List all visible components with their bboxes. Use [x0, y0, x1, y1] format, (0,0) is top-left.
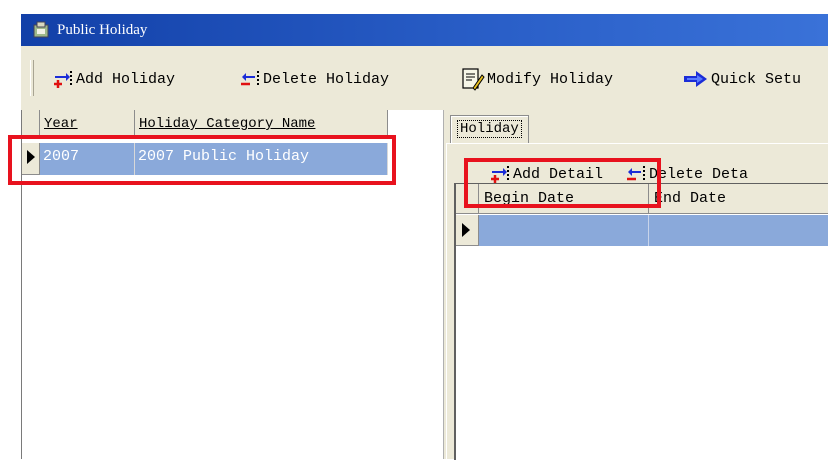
add-icon [54, 71, 72, 88]
modify-icon [462, 68, 485, 91]
detail-grid: Begin Date End Date [454, 183, 828, 460]
row-pointer-icon [462, 223, 470, 237]
add-holiday-label: Add Holiday [76, 70, 176, 88]
column-header-end-date[interactable]: End Date [649, 184, 828, 214]
row-indicator[interactable] [456, 215, 479, 246]
toolbar-grip[interactable] [30, 60, 34, 96]
main-toolbar: Add Holiday Delete Holiday Modify Holida… [21, 46, 828, 111]
app-icon [33, 21, 49, 38]
cell-begin-date[interactable] [479, 215, 649, 246]
highlight-box-add-detail [464, 158, 661, 208]
modify-holiday-button[interactable]: Modify Holiday [459, 66, 613, 92]
add-holiday-button[interactable]: Add Holiday [52, 66, 175, 92]
window-title: Public Holiday [57, 21, 148, 38]
tab-holiday[interactable]: Holiday [450, 115, 529, 144]
delete-detail-label: Delete Deta [649, 165, 749, 183]
cell-end-date[interactable] [649, 215, 828, 246]
quick-setup-label: Quick Setu [711, 70, 802, 88]
modify-holiday-label: Modify Holiday [487, 70, 614, 88]
delete-holiday-label: Delete Holiday [263, 70, 390, 88]
highlight-box-selected-row [8, 135, 396, 185]
title-bar: Public Holiday [21, 14, 828, 46]
tab-holiday-label: Holiday [457, 120, 522, 138]
table-row[interactable] [479, 215, 828, 246]
delete-holiday-button[interactable]: Delete Holiday [239, 66, 389, 92]
quick-setup-icon [684, 71, 707, 87]
delete-icon [241, 71, 259, 87]
quick-setup-button[interactable]: Quick Setu [683, 66, 801, 92]
